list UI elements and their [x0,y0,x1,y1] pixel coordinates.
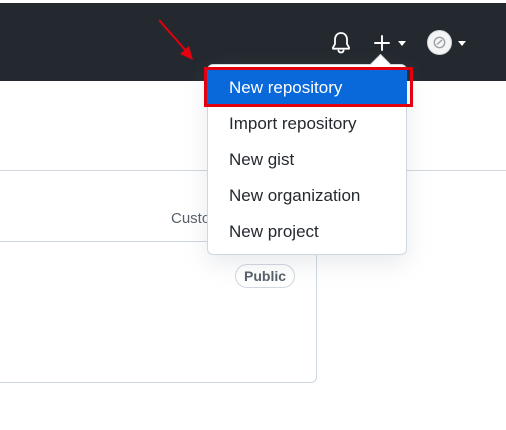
avatar [427,30,452,55]
chevron-down-icon [458,41,466,46]
menu-item-import-repository[interactable]: Import repository [207,106,407,142]
bell-icon [332,32,350,54]
notifications-button[interactable] [329,30,353,56]
customize-label: Custo [171,210,211,227]
user-menu-button[interactable] [425,28,471,58]
visibility-badge: Public [235,264,296,288]
plus-icon [374,35,390,51]
menu-item-new-gist[interactable]: New gist [207,142,407,178]
menu-item-new-repository[interactable]: New repository [207,70,407,106]
menu-item-new-project[interactable]: New project [207,214,407,250]
create-new-button[interactable] [370,30,410,56]
top-edge-strip [0,0,506,3]
menu-item-new-organization[interactable]: New organization [207,178,407,214]
chevron-down-icon [398,41,406,46]
avatar-icon [433,36,446,49]
repository-card [0,241,317,383]
